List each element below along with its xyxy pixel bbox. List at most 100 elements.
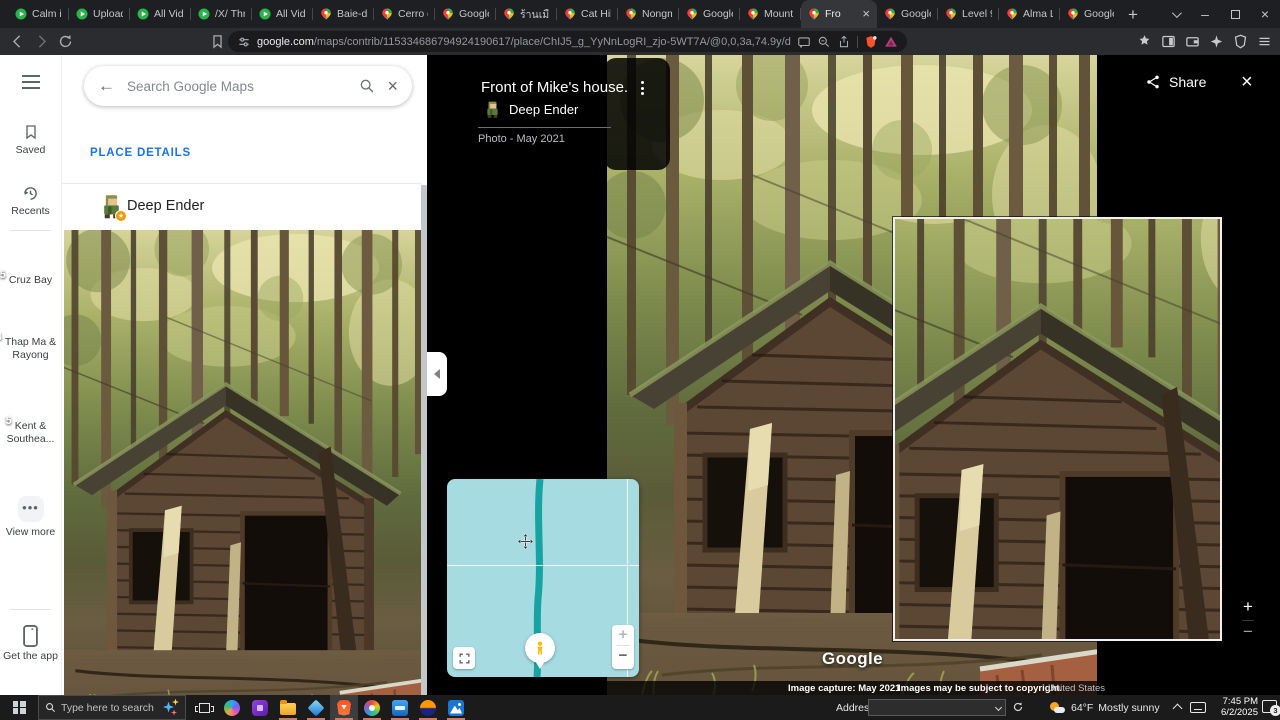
- leo-ai-icon[interactable]: [1207, 32, 1226, 51]
- wallet-icon[interactable]: [1183, 32, 1202, 51]
- photo-title: Front of Mike's house.: [481, 79, 629, 96]
- url-text[interactable]: google.com/maps/contrib/1153346867949241…: [257, 36, 791, 48]
- panel-photo[interactable]: [64, 230, 421, 695]
- minimap-fullscreen-button[interactable]: [453, 647, 475, 669]
- rail-trip[interactable]: 5 Cruz Bay: [0, 269, 61, 287]
- taskbar-apps: [190, 695, 470, 720]
- zoom-inset-preview[interactable]: [893, 217, 1222, 641]
- taskbar-photos[interactable]: [442, 695, 470, 720]
- new-tab-button[interactable]: +: [1120, 2, 1146, 28]
- browser-tab[interactable]: All Vide ×: [130, 0, 191, 28]
- browser-tab[interactable]: /X/ Thre ×: [191, 0, 252, 28]
- taskbar-task-view[interactable]: [190, 695, 218, 720]
- rail-trip[interactable]: 5 Kent & Southea...: [0, 415, 61, 446]
- touch-keyboard-icon[interactable]: [1190, 702, 1206, 713]
- taskbar-orange-circle-app[interactable]: [414, 695, 442, 720]
- browser-tab[interactable]: Fro ×: [801, 0, 877, 28]
- photo-zoom-in-button[interactable]: +: [1237, 598, 1259, 616]
- place-details-tab[interactable]: PLACE DETAILS: [90, 147, 191, 159]
- browser-tab[interactable]: Alma Ll ×: [999, 0, 1060, 28]
- share-button[interactable]: Share: [1145, 74, 1206, 90]
- url-domain: google.com: [257, 35, 314, 48]
- taskbar-palette-app[interactable]: [358, 695, 386, 720]
- tab-search-icon[interactable]: [1160, 0, 1190, 28]
- saved-label: Saved: [15, 144, 46, 156]
- browser-tab[interactable]: Level 90 ×: [938, 0, 999, 28]
- tab-close-icon[interactable]: ×: [862, 7, 870, 20]
- minimap-zoom-out-button[interactable]: −: [612, 646, 634, 666]
- taskbar-file-explorer[interactable]: [274, 695, 302, 720]
- browser-tab[interactable]: Cerro d ×: [374, 0, 435, 28]
- bookmark-icon[interactable]: [209, 33, 226, 50]
- window-close-button[interactable]: ×: [1250, 0, 1280, 28]
- tab-favicon: [320, 8, 332, 20]
- back-icon[interactable]: [9, 33, 26, 50]
- rail-saved[interactable]: Saved: [0, 123, 61, 157]
- search-close-icon[interactable]: ×: [387, 77, 398, 95]
- browser-tab[interactable]: Google ×: [679, 0, 740, 28]
- chevron-down-icon[interactable]: [994, 703, 1003, 712]
- sidebar-icon[interactable]: [1159, 32, 1178, 51]
- show-hidden-icons-chevron[interactable]: [1172, 703, 1183, 714]
- weather-widget[interactable]: 64°F Mostly sunny: [1050, 695, 1160, 720]
- rail-trip[interactable]: 4 Thap Ma & Rayong: [0, 331, 61, 362]
- back-arrow-icon[interactable]: ←: [98, 76, 115, 96]
- address-toolbar-input[interactable]: [868, 699, 1006, 716]
- author-row[interactable]: ★ Deep Ender: [62, 184, 421, 230]
- taskbar-copilot[interactable]: [218, 695, 246, 720]
- taskbar-purple-app[interactable]: [246, 695, 274, 720]
- site-settings-icon[interactable]: [237, 35, 251, 49]
- taskbar-blue-diamond-app[interactable]: [302, 695, 330, 720]
- taskbar-search-input[interactable]: [61, 701, 154, 714]
- share-page-icon[interactable]: [837, 35, 851, 49]
- browser-tab[interactable]: Google ×: [877, 0, 938, 28]
- search-highlights-icon[interactable]: [159, 698, 179, 717]
- browser-tab[interactable]: Nongm ×: [618, 0, 679, 28]
- viewer-author-name[interactable]: Deep Ender: [509, 102, 578, 117]
- tab-favicon: [15, 8, 27, 20]
- go-button-icon[interactable]: [1012, 701, 1024, 713]
- rail-view-more[interactable]: ••• View more: [0, 496, 61, 539]
- brave-shields-icon[interactable]: [864, 35, 878, 49]
- browser-tab[interactable]: Cat Hill ×: [557, 0, 618, 28]
- brave-rewards-icon[interactable]: [884, 35, 898, 49]
- pegman-control[interactable]: [523, 633, 557, 673]
- more-options-icon[interactable]: [635, 81, 649, 95]
- rail-get-app[interactable]: Get the app: [0, 625, 61, 663]
- notification-center-icon[interactable]: 3: [1262, 700, 1280, 716]
- browser-tab[interactable]: Baie-d' ×: [313, 0, 374, 28]
- taskbar-blue-app[interactable]: [386, 695, 414, 720]
- browser-tab[interactable]: Calm in ×: [8, 0, 69, 28]
- browser-tab[interactable]: Upload ×: [69, 0, 130, 28]
- cast-icon[interactable]: [797, 35, 811, 49]
- restore-button[interactable]: [1220, 0, 1250, 28]
- reload-icon[interactable]: [57, 33, 74, 50]
- zoom-icon[interactable]: [817, 35, 831, 49]
- photo-zoom-out-button[interactable]: −: [1237, 623, 1259, 640]
- browser-tab[interactable]: All Vide ×: [252, 0, 313, 28]
- start-button[interactable]: [0, 695, 38, 720]
- url-bar[interactable]: google.com/maps/contrib/1153346867949241…: [228, 31, 907, 52]
- rail-recents[interactable]: Recents: [0, 185, 61, 218]
- menu-icon[interactable]: [1255, 32, 1274, 51]
- browser-tab[interactable]: Mount ×: [740, 0, 801, 28]
- browser-tab[interactable]: Google ×: [1060, 0, 1120, 28]
- taskbar-search[interactable]: [38, 695, 186, 720]
- extensions-icon[interactable]: [1135, 32, 1154, 51]
- maps-menu-button[interactable]: [0, 75, 61, 92]
- shield-icon[interactable]: [1231, 32, 1250, 51]
- maps-search-input[interactable]: [127, 78, 348, 94]
- forward-icon[interactable]: [33, 33, 50, 50]
- viewer-close-icon[interactable]: ×: [1241, 71, 1253, 94]
- search-icon[interactable]: [359, 78, 375, 94]
- minimap[interactable]: + −: [447, 479, 639, 677]
- collapse-panel-button[interactable]: [427, 352, 447, 396]
- taskbar-clock[interactable]: 7:45 PM 6/2/2025: [1212, 696, 1258, 718]
- browser-tab[interactable]: Google ×: [435, 0, 496, 28]
- browser-tab[interactable]: ร้านเมือง ×: [496, 0, 557, 28]
- maps-left-rail: Saved Recents 5 Cruz Bay 4 Thap Ma & Ray…: [0, 55, 62, 695]
- taskbar-brave[interactable]: [330, 695, 358, 720]
- minimize-button[interactable]: –: [1190, 0, 1220, 28]
- app-icon: [252, 699, 268, 716]
- minimap-zoom-in-button[interactable]: +: [612, 625, 634, 645]
